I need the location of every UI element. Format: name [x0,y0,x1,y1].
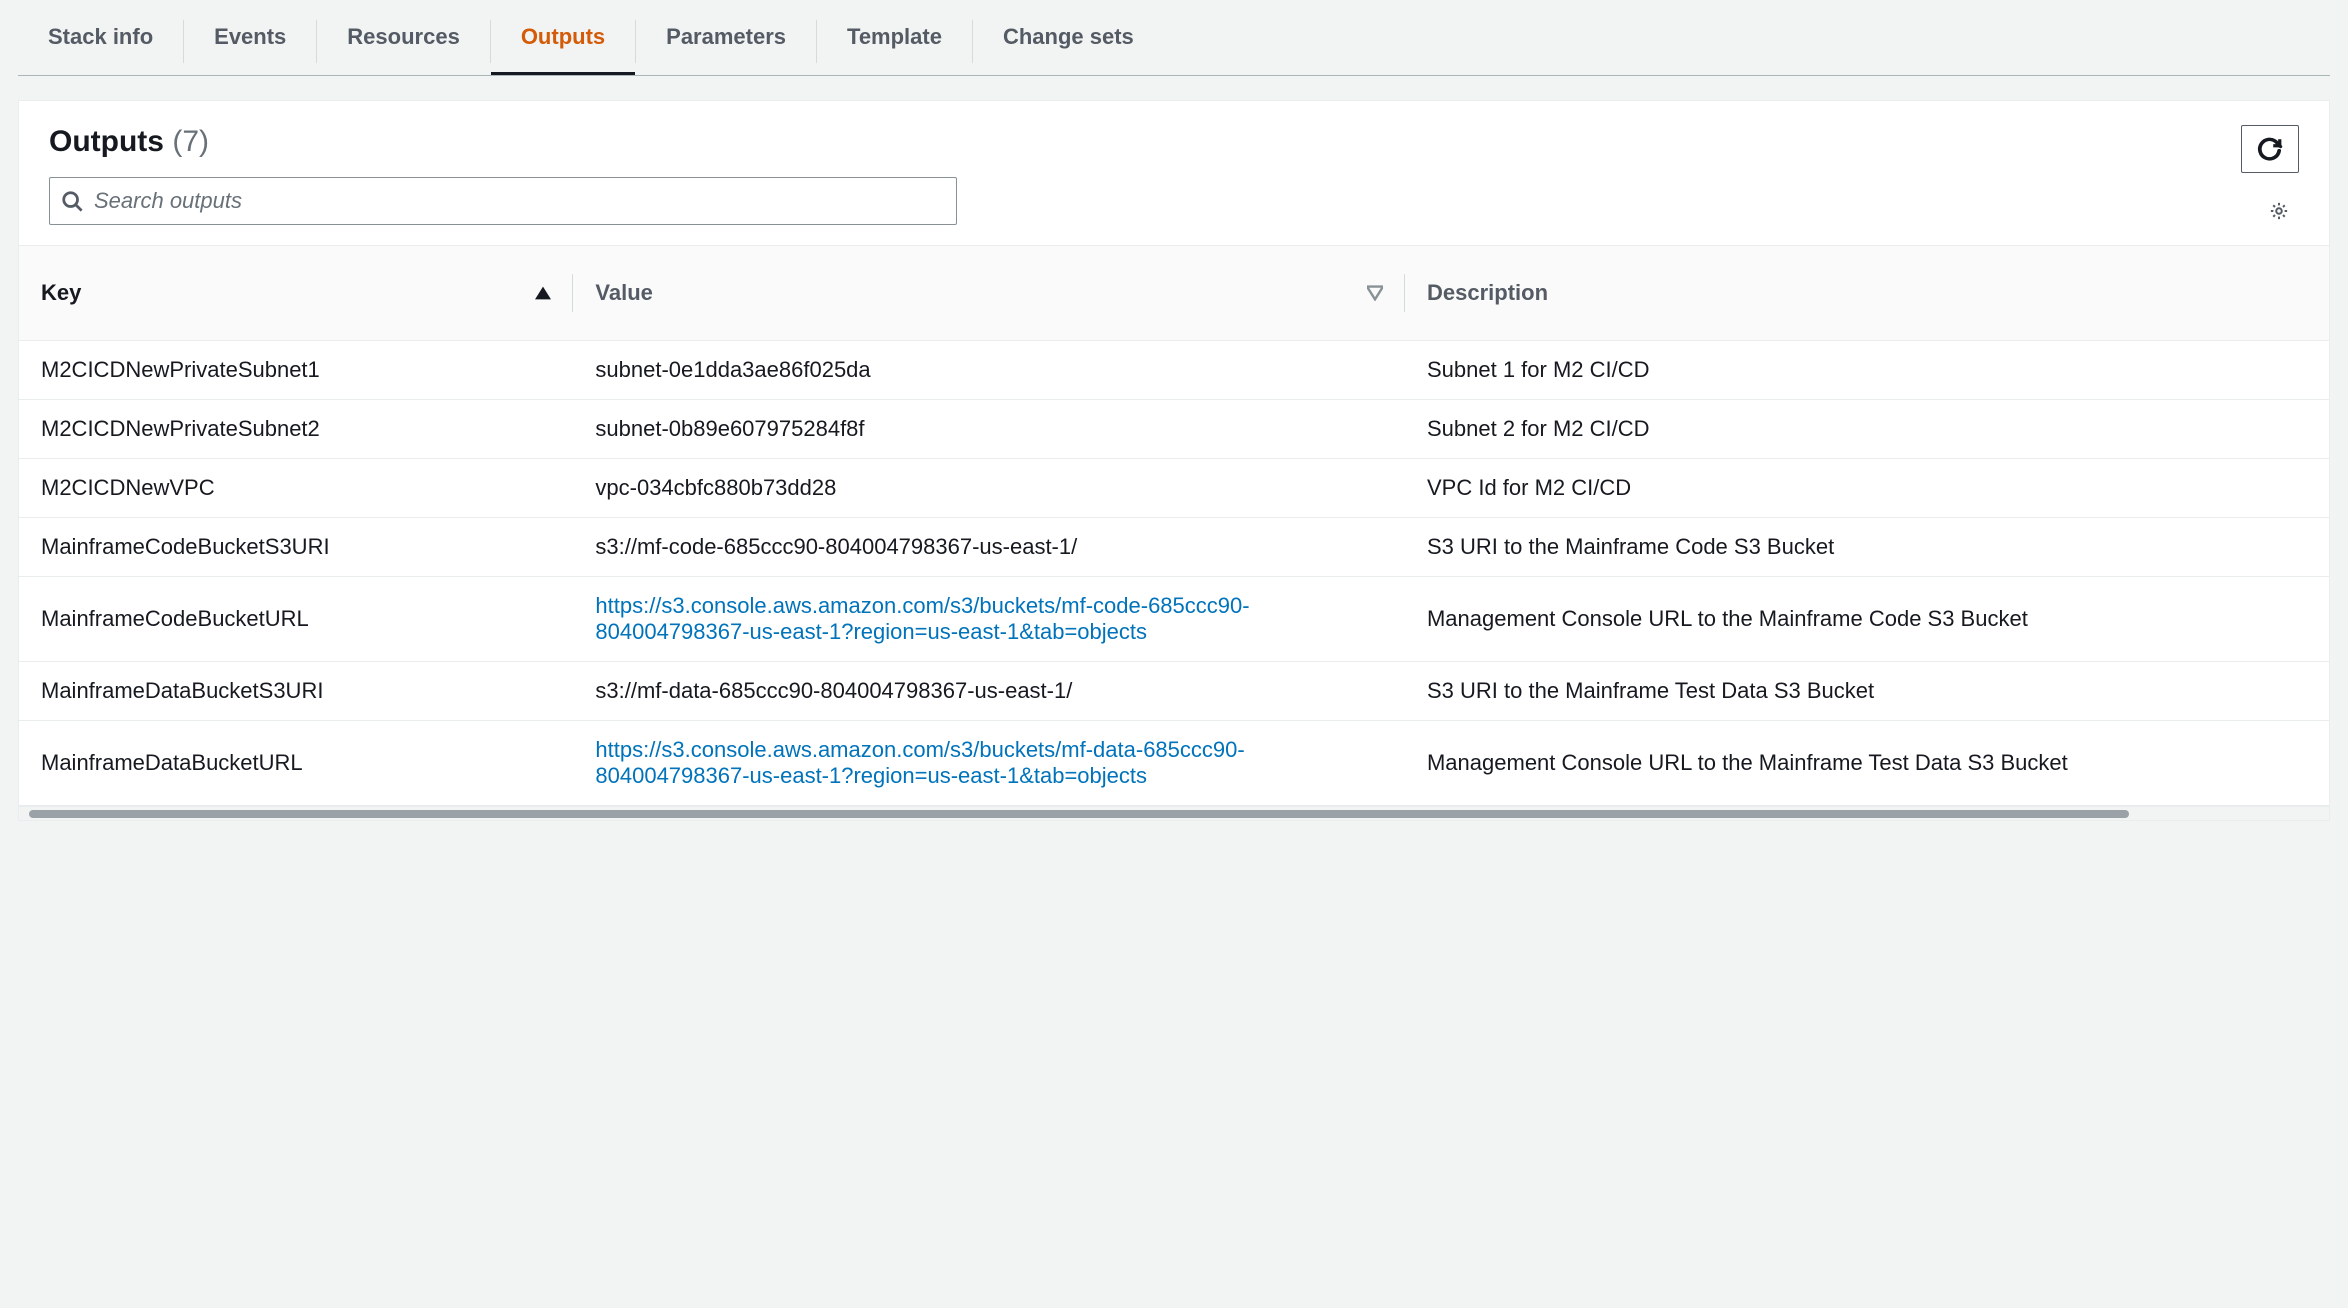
cell-description: S3 URI to the Mainframe Code S3 Bucket [1405,518,2329,577]
tab-template[interactable]: Template [817,8,972,75]
scrollbar-thumb[interactable] [29,810,2129,818]
table-row: M2CICDNewVPCvpc-034cbfc880b73dd28VPC Id … [19,459,2329,518]
col-header-description[interactable]: Description [1405,246,2329,341]
cell-key: MainframeCodeBucketURL [19,577,573,662]
table-row: MainframeCodeBucketS3URIs3://mf-code-685… [19,518,2329,577]
tab-label: Events [214,24,286,49]
value-link[interactable]: https://s3.console.aws.amazon.com/s3/buc… [595,737,1244,788]
tab-outputs[interactable]: Outputs [491,8,635,75]
outputs-table-wrap[interactable]: Key Value Description [19,245,2329,806]
outputs-table: Key Value Description [19,246,2329,806]
col-header-key-label: Key [41,280,81,306]
tab-bar: Stack info Events Resources Outputs Paramete… [18,0,2330,76]
refresh-icon [2257,136,2283,162]
cell-description: Subnet 1 for M2 CI/CD [1405,341,2329,400]
col-header-key[interactable]: Key [19,246,573,341]
table-row: MainframeCodeBucketURL https://s3.console… [19,577,2329,662]
cell-value: s3://mf-data-685ccc90-804004798367-us-ea… [573,662,1405,721]
cell-value: vpc-034cbfc880b73dd28 [573,459,1405,518]
tab-label: Parameters [666,24,786,49]
table-row: MainframeDataBucketS3URIs3://mf-data-685… [19,662,2329,721]
cell-key: MainframeCodeBucketS3URI [19,518,573,577]
cell-description: S3 URI to the Mainframe Test Data S3 Buc… [1405,662,2329,721]
panel-title-text: Outputs [49,125,164,158]
panel-title: Outputs (7) [49,125,2221,159]
search-wrap [49,177,957,225]
cell-value: https://s3.console.aws.amazon.com/s3/buc… [573,721,1405,806]
search-input[interactable] [49,177,957,225]
cell-description: Management Console URL to the Mainframe … [1405,577,2329,662]
tab-parameters[interactable]: Parameters [636,8,816,75]
cell-key: M2CICDNewPrivateSubnet1 [19,341,573,400]
cell-value: subnet-0b89e607975284f8f [573,400,1405,459]
tab-events[interactable]: Events [184,8,316,75]
cell-key: MainframeDataBucketS3URI [19,662,573,721]
cell-value: https://s3.console.aws.amazon.com/s3/buc… [573,577,1405,662]
tab-label: Resources [347,24,460,49]
cell-key: MainframeDataBucketURL [19,721,573,806]
table-row: M2CICDNewPrivateSubnet1subnet-0e1dda3ae8… [19,341,2329,400]
tab-stack-info[interactable]: Stack info [18,8,183,75]
settings-button[interactable] [2263,195,2295,227]
table-row: MainframeDataBucketURL https://s3.console… [19,721,2329,806]
cell-description: VPC Id for M2 CI/CD [1405,459,2329,518]
panel-count: (7) [172,125,209,158]
tab-label: Outputs [521,24,605,49]
tab-resources[interactable]: Resources [317,8,490,75]
cell-description: Management Console URL to the Mainframe … [1405,721,2329,806]
sort-unsorted-icon [1367,285,1383,301]
value-link[interactable]: https://s3.console.aws.amazon.com/s3/buc… [595,593,1249,644]
cell-key: M2CICDNewPrivateSubnet2 [19,400,573,459]
col-header-description-label: Description [1427,280,1548,306]
cell-value: subnet-0e1dda3ae86f025da [573,341,1405,400]
cell-key: M2CICDNewVPC [19,459,573,518]
table-header-row: Key Value Description [19,246,2329,341]
gear-icon [2269,198,2289,224]
col-header-value[interactable]: Value [573,246,1405,341]
search-icon [61,190,83,212]
tab-label: Template [847,24,942,49]
panel-header: Outputs (7) [19,101,2329,245]
sort-asc-icon [535,285,551,301]
cell-value: s3://mf-code-685ccc90-804004798367-us-ea… [573,518,1405,577]
col-header-value-label: Value [595,280,652,306]
tab-change-sets[interactable]: Change sets [973,8,1164,75]
outputs-panel: Outputs (7) [18,100,2330,821]
table-row: M2CICDNewPrivateSubnet2subnet-0b89e60797… [19,400,2329,459]
horizontal-scrollbar[interactable] [19,806,2329,820]
tab-label: Stack info [48,24,153,49]
refresh-button[interactable] [2241,125,2299,173]
tab-label: Change sets [1003,24,1134,49]
cell-description: Subnet 2 for M2 CI/CD [1405,400,2329,459]
